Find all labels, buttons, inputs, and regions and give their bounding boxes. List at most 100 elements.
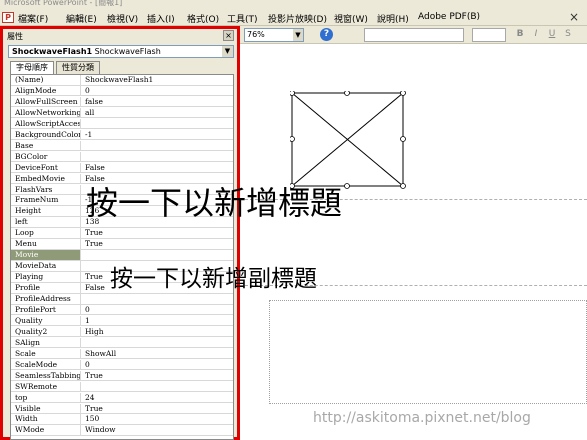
property-row[interactable]: Quality2 High — [11, 326, 233, 338]
chevron-down-icon[interactable]: ▼ — [293, 29, 303, 41]
property-name: (Name) — [11, 75, 81, 85]
property-row[interactable]: ProfileAddress — [11, 294, 233, 305]
watermark: http://askitoma.pixnet.net/blog — [313, 410, 531, 426]
property-row[interactable]: AllowNetworking all — [11, 107, 233, 119]
property-value[interactable]: True — [82, 239, 233, 249]
property-value[interactable]: 24 — [82, 393, 233, 403]
font-name-select[interactable] — [364, 28, 464, 42]
close-icon[interactable]: × — [223, 30, 234, 41]
property-name: AllowScriptAccess — [11, 118, 81, 129]
property-value[interactable] — [82, 338, 233, 348]
property-value[interactable]: True — [82, 371, 233, 381]
property-row[interactable]: Base — [11, 140, 233, 152]
zoom-value: 76% — [247, 30, 265, 39]
property-row[interactable]: (Name) ShockwaveFlash1 — [11, 75, 233, 86]
menu-item[interactable]: 檔案(F) — [18, 12, 48, 25]
menu-item[interactable]: 插入(I) — [147, 12, 175, 25]
property-value[interactable]: Window — [82, 425, 233, 435]
property-row[interactable]: Visible True — [11, 403, 233, 414]
property-name: Quality2 — [11, 326, 81, 337]
chevron-down-icon[interactable]: ▼ — [222, 46, 233, 57]
menu-item[interactable]: 視窗(W) — [334, 12, 368, 25]
property-value[interactable] — [82, 382, 233, 392]
underline-button[interactable]: U — [546, 28, 558, 41]
property-value[interactable]: False — [82, 163, 233, 173]
property-name: FrameNum — [11, 195, 81, 206]
property-value[interactable]: all — [82, 108, 233, 118]
property-row[interactable]: SeamlessTabbing True — [11, 370, 233, 382]
property-value[interactable]: 1 — [82, 316, 233, 326]
property-name: left — [11, 217, 81, 228]
property-value[interactable]: 0 — [82, 360, 233, 370]
property-value[interactable]: -1 — [82, 130, 233, 140]
property-name: ProfileAddress — [11, 294, 81, 304]
property-value[interactable]: ShowAll — [82, 349, 233, 359]
property-row[interactable]: AllowFullScreen false — [11, 96, 233, 108]
property-row[interactable]: ProfilePort 0 — [11, 304, 233, 316]
bold-button[interactable]: B — [514, 28, 526, 41]
menu-item[interactable]: 工具(T) — [227, 12, 258, 25]
property-row[interactable]: Scale ShowAll — [11, 348, 233, 360]
property-name: DeviceFont — [11, 162, 81, 173]
menu-item[interactable]: 說明(H) — [377, 12, 409, 25]
menu-item[interactable]: 格式(O) — [187, 12, 219, 25]
flash-control-object[interactable] — [290, 91, 406, 189]
property-value[interactable] — [82, 141, 233, 151]
property-value[interactable]: True — [82, 228, 233, 238]
property-value[interactable] — [82, 152, 233, 162]
font-size-select[interactable] — [472, 28, 506, 42]
shadow-button[interactable]: S — [562, 28, 574, 41]
subtitle-placeholder-box[interactable] — [269, 300, 587, 404]
property-row[interactable]: BackgroundColor -1 — [11, 129, 233, 141]
window-caption: Microsoft PowerPoint - [簡報1] — [4, 0, 123, 7]
powerpoint-app-icon[interactable]: P — [2, 12, 14, 23]
properties-title: 屬性 — [7, 32, 23, 41]
property-value[interactable]: ShockwaveFlash1 — [82, 75, 233, 85]
property-row[interactable]: AllowScriptAccess — [11, 118, 233, 130]
property-row[interactable]: WMode Window — [11, 425, 233, 436]
property-name: SWRemote — [11, 381, 81, 392]
property-value[interactable] — [82, 119, 233, 129]
menu-item[interactable]: 編輯(E) — [66, 12, 97, 25]
property-value[interactable]: 0 — [82, 305, 233, 315]
tab-alphabetic[interactable]: 字母順序 — [10, 61, 54, 74]
subtitle-placeholder[interactable]: 按一下以新增副標題 — [110, 259, 317, 293]
property-row[interactable]: AlignMode 0 — [11, 85, 233, 97]
property-value[interactable]: false — [82, 97, 233, 107]
property-name: AllowFullScreen — [11, 96, 81, 107]
property-name: Width — [11, 414, 81, 425]
menu-item[interactable]: 投影片放映(D) — [268, 12, 327, 25]
property-value[interactable] — [82, 294, 233, 304]
property-row[interactable]: ScaleMode 0 — [11, 359, 233, 371]
property-row[interactable]: Width 150 — [11, 414, 233, 425]
italic-button[interactable]: I — [530, 28, 542, 41]
zoom-select[interactable]: 76% ▼ — [244, 28, 304, 42]
property-name: BGColor — [11, 151, 81, 162]
property-name: Menu — [11, 239, 81, 250]
property-value[interactable]: True — [82, 404, 233, 414]
property-name: ProfilePort — [11, 304, 81, 315]
tab-categorized[interactable]: 性質分類 — [56, 61, 100, 74]
property-value[interactable]: 150 — [82, 414, 233, 424]
property-row[interactable]: Loop True — [11, 228, 233, 239]
property-row[interactable]: top 24 — [11, 392, 233, 404]
properties-titlebar: 屬性 × — [3, 29, 237, 43]
property-row[interactable]: SWRemote — [11, 381, 233, 393]
property-value[interactable]: 0 — [82, 86, 233, 96]
close-document-icon[interactable]: × — [569, 10, 579, 24]
help-icon[interactable]: ? — [320, 28, 333, 41]
menu-item[interactable]: 檢視(V) — [107, 12, 138, 25]
menu-item[interactable]: Adobe PDF(B) — [418, 12, 480, 22]
property-value[interactable]: High — [82, 327, 233, 337]
properties-panel: 屬性 × ShockwaveFlash1 ShockwaveFlash ▼ 字母… — [0, 26, 240, 440]
property-row[interactable]: BGColor — [11, 151, 233, 163]
property-name: Scale — [11, 348, 81, 359]
property-name: SeamlessTabbing — [11, 370, 81, 381]
property-name: Movie — [11, 250, 81, 261]
object-name: ShockwaveFlash1 — [12, 47, 93, 56]
property-row[interactable]: DeviceFont False — [11, 162, 233, 174]
property-row[interactable]: Quality 1 — [11, 315, 233, 327]
property-row[interactable]: Menu True — [11, 239, 233, 250]
object-selector[interactable]: ShockwaveFlash1 ShockwaveFlash ▼ — [8, 45, 234, 58]
property-row[interactable]: SAlign — [11, 337, 233, 349]
